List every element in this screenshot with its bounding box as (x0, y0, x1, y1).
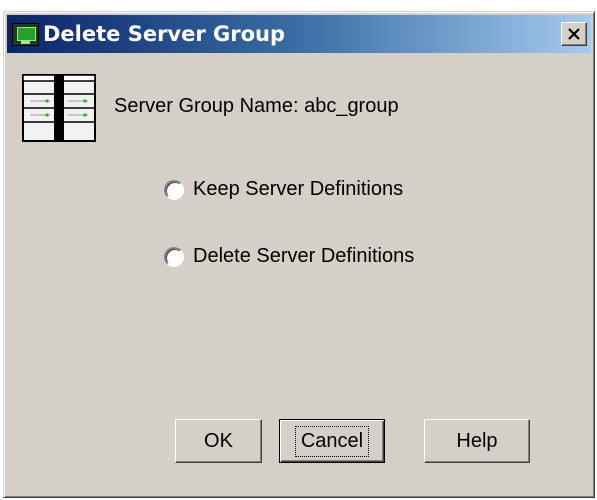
delete-server-group-dialog: Delete Server Group Server Group Name: a… (3, 11, 595, 498)
close-button[interactable] (561, 22, 587, 46)
help-button[interactable]: Help (424, 419, 530, 463)
keep-server-definitions-radio[interactable] (164, 179, 184, 200)
ok-button[interactable]: OK (175, 419, 262, 463)
app-monitor-icon (12, 23, 39, 46)
cancel-button-label: Cancel (294, 425, 370, 457)
cancel-button[interactable]: Cancel (279, 419, 385, 463)
delete-server-definitions-option[interactable]: Delete Server Definitions (164, 245, 414, 268)
server-group-name-label: Server Group Name: abc_group (114, 95, 399, 117)
window-title: Delete Server Group (43, 22, 286, 46)
delete-server-definitions-radio[interactable] (164, 246, 184, 267)
delete-server-definitions-label: Delete Server Definitions (193, 245, 415, 267)
keep-server-definitions-label: Keep Server Definitions (193, 178, 404, 200)
close-icon (568, 28, 580, 40)
keep-server-definitions-option[interactable]: Keep Server Definitions (164, 178, 403, 201)
server-group-icon (22, 74, 96, 142)
title-bar[interactable]: Delete Server Group (7, 15, 591, 53)
